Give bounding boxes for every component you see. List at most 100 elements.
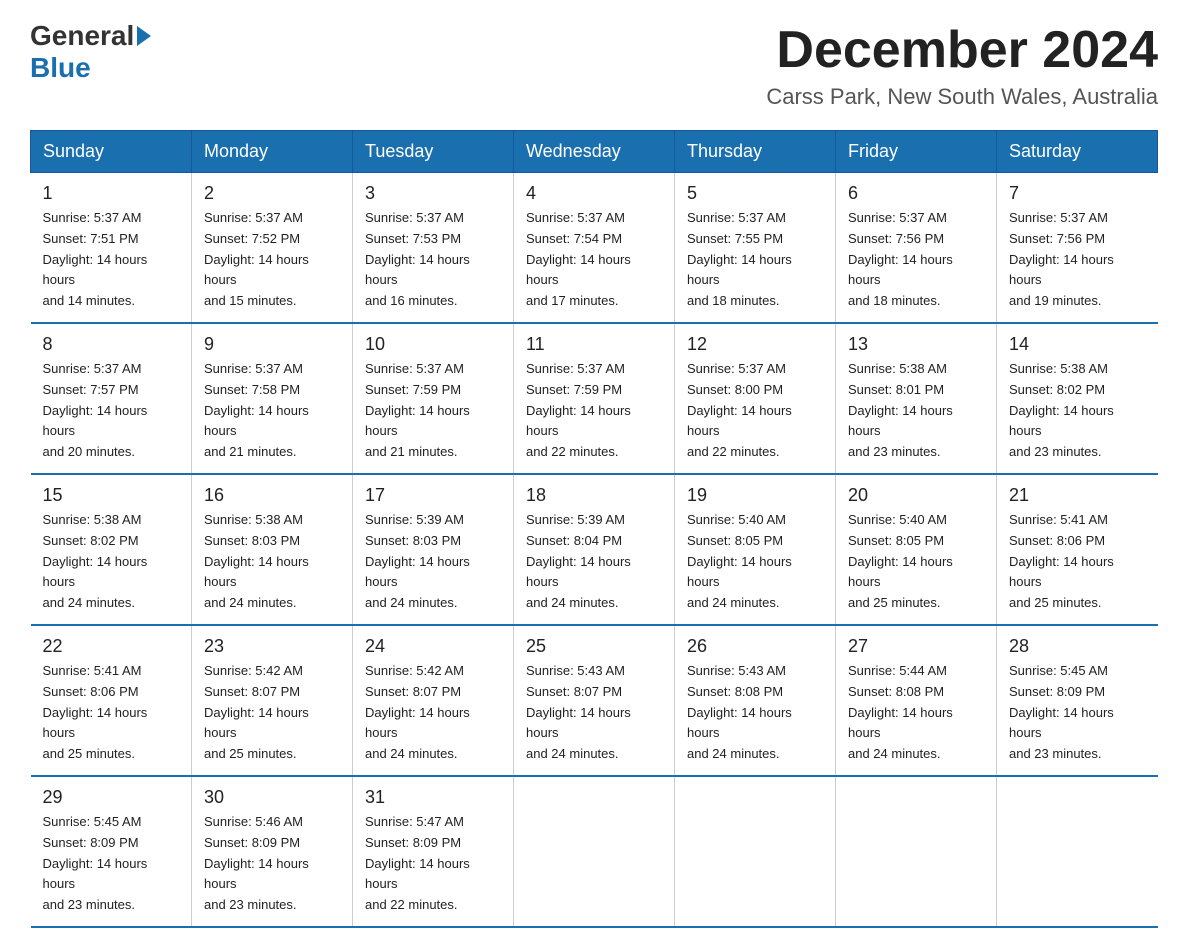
day-info: Sunrise: 5:39 AMSunset: 8:03 PMDaylight:… bbox=[365, 510, 501, 614]
calendar-header-row: SundayMondayTuesdayWednesdayThursdayFrid… bbox=[31, 131, 1158, 173]
day-info: Sunrise: 5:41 AMSunset: 8:06 PMDaylight:… bbox=[43, 661, 180, 765]
calendar-day-cell: 9 Sunrise: 5:37 AMSunset: 7:58 PMDayligh… bbox=[192, 323, 353, 474]
day-number: 8 bbox=[43, 334, 180, 355]
day-info: Sunrise: 5:37 AMSunset: 7:52 PMDaylight:… bbox=[204, 208, 340, 312]
day-number: 13 bbox=[848, 334, 984, 355]
day-of-week-header: Wednesday bbox=[514, 131, 675, 173]
calendar-day-cell bbox=[997, 776, 1158, 927]
calendar-week-row: 15 Sunrise: 5:38 AMSunset: 8:02 PMDaylig… bbox=[31, 474, 1158, 625]
day-number: 20 bbox=[848, 485, 984, 506]
day-number: 9 bbox=[204, 334, 340, 355]
day-number: 26 bbox=[687, 636, 823, 657]
day-number: 1 bbox=[43, 183, 180, 204]
day-number: 5 bbox=[687, 183, 823, 204]
day-of-week-header: Saturday bbox=[997, 131, 1158, 173]
day-number: 14 bbox=[1009, 334, 1146, 355]
day-number: 15 bbox=[43, 485, 180, 506]
day-info: Sunrise: 5:37 AMSunset: 7:59 PMDaylight:… bbox=[365, 359, 501, 463]
calendar-day-cell: 8 Sunrise: 5:37 AMSunset: 7:57 PMDayligh… bbox=[31, 323, 192, 474]
calendar-day-cell: 18 Sunrise: 5:39 AMSunset: 8:04 PMDaylig… bbox=[514, 474, 675, 625]
day-of-week-header: Sunday bbox=[31, 131, 192, 173]
day-number: 28 bbox=[1009, 636, 1146, 657]
calendar-day-cell: 19 Sunrise: 5:40 AMSunset: 8:05 PMDaylig… bbox=[675, 474, 836, 625]
day-info: Sunrise: 5:37 AMSunset: 7:59 PMDaylight:… bbox=[526, 359, 662, 463]
day-number: 6 bbox=[848, 183, 984, 204]
calendar-day-cell: 12 Sunrise: 5:37 AMSunset: 8:00 PMDaylig… bbox=[675, 323, 836, 474]
day-of-week-header: Thursday bbox=[675, 131, 836, 173]
logo-arrow-icon bbox=[137, 26, 151, 46]
day-number: 22 bbox=[43, 636, 180, 657]
calendar-day-cell: 14 Sunrise: 5:38 AMSunset: 8:02 PMDaylig… bbox=[997, 323, 1158, 474]
day-info: Sunrise: 5:38 AMSunset: 8:01 PMDaylight:… bbox=[848, 359, 984, 463]
day-info: Sunrise: 5:37 AMSunset: 7:51 PMDaylight:… bbox=[43, 208, 180, 312]
calendar-day-cell bbox=[514, 776, 675, 927]
calendar-day-cell bbox=[836, 776, 997, 927]
day-number: 23 bbox=[204, 636, 340, 657]
calendar-day-cell: 23 Sunrise: 5:42 AMSunset: 8:07 PMDaylig… bbox=[192, 625, 353, 776]
calendar-day-cell: 2 Sunrise: 5:37 AMSunset: 7:52 PMDayligh… bbox=[192, 173, 353, 323]
day-info: Sunrise: 5:37 AMSunset: 7:57 PMDaylight:… bbox=[43, 359, 180, 463]
calendar-day-cell: 29 Sunrise: 5:45 AMSunset: 8:09 PMDaylig… bbox=[31, 776, 192, 927]
day-number: 18 bbox=[526, 485, 662, 506]
day-number: 30 bbox=[204, 787, 340, 808]
calendar-table: SundayMondayTuesdayWednesdayThursdayFrid… bbox=[30, 130, 1158, 928]
calendar-day-cell: 17 Sunrise: 5:39 AMSunset: 8:03 PMDaylig… bbox=[353, 474, 514, 625]
title-section: December 2024 Carss Park, New South Wale… bbox=[766, 20, 1158, 110]
day-number: 12 bbox=[687, 334, 823, 355]
page-header: General Blue December 2024 Carss Park, N… bbox=[30, 20, 1158, 110]
day-info: Sunrise: 5:46 AMSunset: 8:09 PMDaylight:… bbox=[204, 812, 340, 916]
calendar-day-cell: 5 Sunrise: 5:37 AMSunset: 7:55 PMDayligh… bbox=[675, 173, 836, 323]
day-info: Sunrise: 5:38 AMSunset: 8:03 PMDaylight:… bbox=[204, 510, 340, 614]
calendar-day-cell: 24 Sunrise: 5:42 AMSunset: 8:07 PMDaylig… bbox=[353, 625, 514, 776]
day-info: Sunrise: 5:42 AMSunset: 8:07 PMDaylight:… bbox=[365, 661, 501, 765]
day-number: 4 bbox=[526, 183, 662, 204]
day-info: Sunrise: 5:45 AMSunset: 8:09 PMDaylight:… bbox=[1009, 661, 1146, 765]
day-number: 24 bbox=[365, 636, 501, 657]
calendar-day-cell: 28 Sunrise: 5:45 AMSunset: 8:09 PMDaylig… bbox=[997, 625, 1158, 776]
calendar-day-cell: 21 Sunrise: 5:41 AMSunset: 8:06 PMDaylig… bbox=[997, 474, 1158, 625]
calendar-week-row: 22 Sunrise: 5:41 AMSunset: 8:06 PMDaylig… bbox=[31, 625, 1158, 776]
calendar-day-cell: 31 Sunrise: 5:47 AMSunset: 8:09 PMDaylig… bbox=[353, 776, 514, 927]
day-info: Sunrise: 5:38 AMSunset: 8:02 PMDaylight:… bbox=[1009, 359, 1146, 463]
calendar-day-cell: 30 Sunrise: 5:46 AMSunset: 8:09 PMDaylig… bbox=[192, 776, 353, 927]
day-info: Sunrise: 5:47 AMSunset: 8:09 PMDaylight:… bbox=[365, 812, 501, 916]
day-of-week-header: Friday bbox=[836, 131, 997, 173]
day-info: Sunrise: 5:37 AMSunset: 8:00 PMDaylight:… bbox=[687, 359, 823, 463]
calendar-day-cell: 16 Sunrise: 5:38 AMSunset: 8:03 PMDaylig… bbox=[192, 474, 353, 625]
calendar-day-cell: 22 Sunrise: 5:41 AMSunset: 8:06 PMDaylig… bbox=[31, 625, 192, 776]
calendar-day-cell bbox=[675, 776, 836, 927]
day-info: Sunrise: 5:37 AMSunset: 7:55 PMDaylight:… bbox=[687, 208, 823, 312]
day-number: 17 bbox=[365, 485, 501, 506]
day-number: 10 bbox=[365, 334, 501, 355]
calendar-day-cell: 27 Sunrise: 5:44 AMSunset: 8:08 PMDaylig… bbox=[836, 625, 997, 776]
calendar-day-cell: 25 Sunrise: 5:43 AMSunset: 8:07 PMDaylig… bbox=[514, 625, 675, 776]
day-info: Sunrise: 5:37 AMSunset: 7:58 PMDaylight:… bbox=[204, 359, 340, 463]
calendar-day-cell: 15 Sunrise: 5:38 AMSunset: 8:02 PMDaylig… bbox=[31, 474, 192, 625]
calendar-day-cell: 20 Sunrise: 5:40 AMSunset: 8:05 PMDaylig… bbox=[836, 474, 997, 625]
location-subtitle: Carss Park, New South Wales, Australia bbox=[766, 84, 1158, 110]
calendar-day-cell: 11 Sunrise: 5:37 AMSunset: 7:59 PMDaylig… bbox=[514, 323, 675, 474]
day-number: 19 bbox=[687, 485, 823, 506]
day-info: Sunrise: 5:45 AMSunset: 8:09 PMDaylight:… bbox=[43, 812, 180, 916]
calendar-day-cell: 26 Sunrise: 5:43 AMSunset: 8:08 PMDaylig… bbox=[675, 625, 836, 776]
day-of-week-header: Tuesday bbox=[353, 131, 514, 173]
day-info: Sunrise: 5:37 AMSunset: 7:56 PMDaylight:… bbox=[1009, 208, 1146, 312]
day-number: 3 bbox=[365, 183, 501, 204]
day-number: 25 bbox=[526, 636, 662, 657]
calendar-week-row: 8 Sunrise: 5:37 AMSunset: 7:57 PMDayligh… bbox=[31, 323, 1158, 474]
calendar-week-row: 1 Sunrise: 5:37 AMSunset: 7:51 PMDayligh… bbox=[31, 173, 1158, 323]
day-number: 21 bbox=[1009, 485, 1146, 506]
day-info: Sunrise: 5:40 AMSunset: 8:05 PMDaylight:… bbox=[848, 510, 984, 614]
day-info: Sunrise: 5:43 AMSunset: 8:07 PMDaylight:… bbox=[526, 661, 662, 765]
calendar-day-cell: 3 Sunrise: 5:37 AMSunset: 7:53 PMDayligh… bbox=[353, 173, 514, 323]
day-info: Sunrise: 5:42 AMSunset: 8:07 PMDaylight:… bbox=[204, 661, 340, 765]
day-number: 16 bbox=[204, 485, 340, 506]
calendar-day-cell: 10 Sunrise: 5:37 AMSunset: 7:59 PMDaylig… bbox=[353, 323, 514, 474]
day-info: Sunrise: 5:43 AMSunset: 8:08 PMDaylight:… bbox=[687, 661, 823, 765]
day-number: 11 bbox=[526, 334, 662, 355]
day-number: 2 bbox=[204, 183, 340, 204]
calendar-day-cell: 7 Sunrise: 5:37 AMSunset: 7:56 PMDayligh… bbox=[997, 173, 1158, 323]
day-info: Sunrise: 5:41 AMSunset: 8:06 PMDaylight:… bbox=[1009, 510, 1146, 614]
day-info: Sunrise: 5:44 AMSunset: 8:08 PMDaylight:… bbox=[848, 661, 984, 765]
calendar-day-cell: 6 Sunrise: 5:37 AMSunset: 7:56 PMDayligh… bbox=[836, 173, 997, 323]
